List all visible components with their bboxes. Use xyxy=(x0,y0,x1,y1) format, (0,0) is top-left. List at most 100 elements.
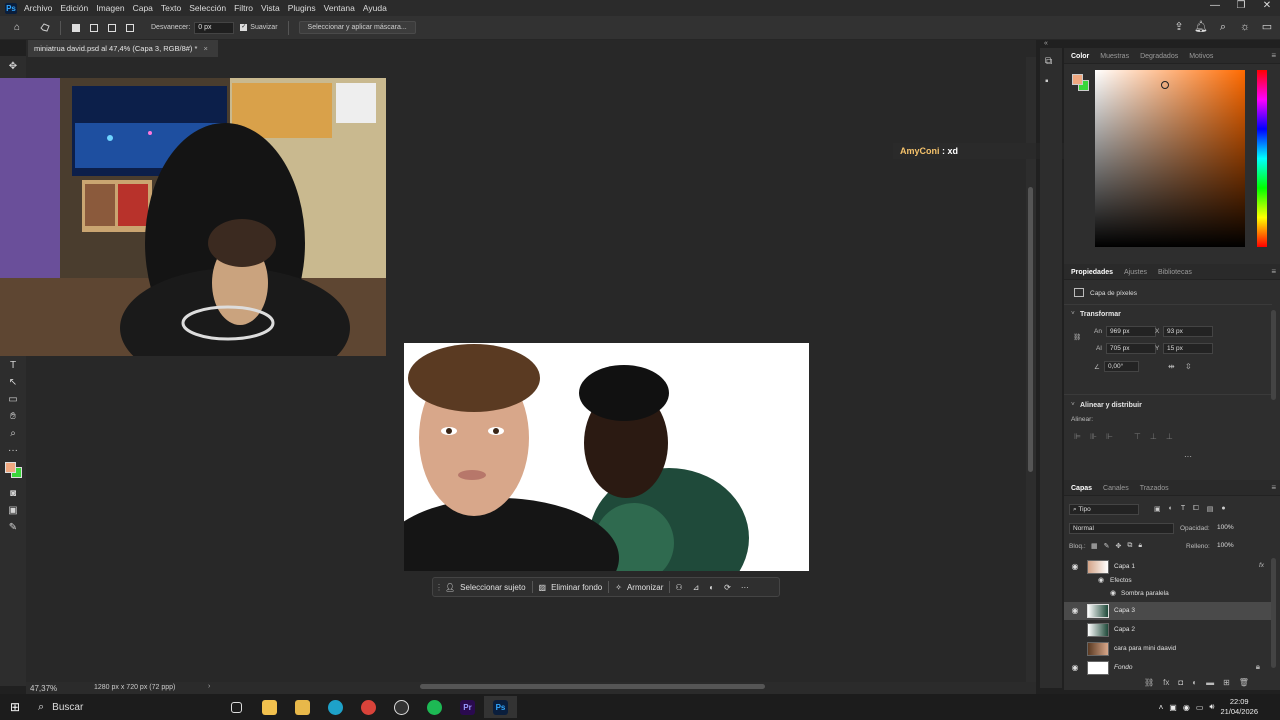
visibility-eye-icon[interactable]: ◉ xyxy=(1070,644,1080,653)
tab-libraries[interactable]: Bibliotecas xyxy=(1158,269,1192,276)
network-icon[interactable]: ▭ xyxy=(1196,703,1204,712)
add-mask-icon[interactable]: ◘ xyxy=(1178,678,1183,687)
minimize-button[interactable]: — xyxy=(1202,0,1228,11)
lock-all-icon[interactable]: 🔒︎ xyxy=(1138,542,1142,550)
menu-imagen[interactable]: Imagen xyxy=(96,3,124,13)
tray-chevron-icon[interactable]: ˄ xyxy=(1159,703,1164,712)
align-bottom-icon[interactable]: ⊥ xyxy=(1166,432,1173,441)
search-icon[interactable]: ⌕ xyxy=(1216,20,1230,34)
tab-patterns[interactable]: Motivos xyxy=(1189,53,1213,60)
menu-capa[interactable]: Capa xyxy=(133,3,153,13)
layer-row-selected[interactable]: ◉ Capa 3 xyxy=(1064,602,1272,620)
comments-icon[interactable]: ▪ xyxy=(1045,76,1049,87)
filter-shape-icon[interactable]: ⧠ xyxy=(1193,505,1199,513)
document-tab[interactable]: miniatrua david.psd al 47,4% (Capa 3, RG… xyxy=(28,40,218,57)
horizontal-scrollbar[interactable] xyxy=(420,684,765,689)
layers-scrollbar[interactable] xyxy=(1271,558,1276,668)
visibility-eye-icon[interactable]: ◉ xyxy=(1110,589,1116,597)
menu-ayuda[interactable]: Ayuda xyxy=(363,3,387,13)
menu-ventana[interactable]: Ventana xyxy=(324,3,355,13)
zoom-tool-icon[interactable]: ⌕ xyxy=(0,425,26,442)
hand-tool-icon[interactable]: ✋︎ xyxy=(0,408,26,425)
lock-move-icon[interactable]: ✥ xyxy=(1116,542,1122,550)
layer-row[interactable]: ◉ cara para mini daavid xyxy=(1064,640,1272,658)
foreground-swatch[interactable] xyxy=(1072,74,1083,85)
task-view-icon[interactable] xyxy=(220,696,253,718)
panel-menu-icon[interactable]: ≡ xyxy=(1271,267,1276,276)
zoom-level[interactable]: 47,37% xyxy=(30,684,57,693)
document-canvas[interactable] xyxy=(404,343,809,571)
move-tool-icon[interactable]: ✥ xyxy=(0,58,26,75)
quick-mask-icon[interactable]: ◙ xyxy=(0,485,26,502)
generative-icon[interactable]: ⟳ xyxy=(719,578,736,596)
home-icon[interactable]: ⌂ xyxy=(10,21,24,35)
select-subject-button[interactable]: 👤︎ Seleccionar sujeto xyxy=(439,578,532,596)
new-selection-icon[interactable] xyxy=(69,21,83,35)
scroll-thumb[interactable] xyxy=(1028,187,1033,472)
tab-paths[interactable]: Trazados xyxy=(1140,485,1169,492)
chevron-down-icon[interactable]: ˅ xyxy=(1071,310,1075,317)
discover-icon[interactable]: ☼ xyxy=(1238,20,1252,34)
tab-gradients[interactable]: Degradados xyxy=(1140,53,1178,60)
tab-properties[interactable]: Propiedades xyxy=(1071,269,1113,276)
file-explorer-icon[interactable] xyxy=(286,696,319,718)
tray-app-icon[interactable]: ▣ xyxy=(1169,703,1177,712)
status-chevron-icon[interactable]: › xyxy=(208,683,210,690)
type-tool-icon[interactable]: T xyxy=(0,357,26,374)
align-right-icon[interactable]: ⊩ xyxy=(1106,432,1113,441)
align-center-h-icon[interactable]: ⊪ xyxy=(1090,432,1097,441)
fill-input[interactable]: 100% xyxy=(1214,541,1242,552)
filter-smart-icon[interactable]: ▤ xyxy=(1207,505,1214,513)
notifications-icon[interactable]: 🔔︎ xyxy=(1194,20,1208,34)
lock-icon[interactable]: 🔒︎ xyxy=(1256,662,1260,672)
angle-input[interactable]: 0,00° xyxy=(1104,361,1139,372)
y-input[interactable]: 15 px xyxy=(1163,343,1213,354)
more-options-button[interactable]: ··· xyxy=(736,578,754,596)
color-picker-cursor[interactable] xyxy=(1161,81,1169,89)
windows-start-icon[interactable]: ⊞ xyxy=(0,700,30,714)
menu-texto[interactable]: Texto xyxy=(161,3,181,13)
menu-filtro[interactable]: Filtro xyxy=(234,3,253,13)
x-input[interactable]: 93 px xyxy=(1163,326,1213,337)
filter-type-icon[interactable]: T xyxy=(1181,505,1185,513)
share-icon[interactable]: ⇪ xyxy=(1172,20,1186,34)
photoshop-taskbar-icon[interactable]: Ps xyxy=(484,696,517,718)
filter-toggle-icon[interactable]: ● xyxy=(1221,505,1225,513)
visibility-eye-icon[interactable]: ◉ xyxy=(1070,625,1080,634)
volume-icon[interactable]: 🔊︎ xyxy=(1209,702,1214,712)
align-left-icon[interactable]: ⊫ xyxy=(1074,432,1081,441)
effect-item-row[interactable]: ◉ Sombra paralela xyxy=(1064,589,1272,601)
menu-archivo[interactable]: Archivo xyxy=(24,3,52,13)
lock-artboard-icon[interactable]: ⧉ xyxy=(1127,542,1132,550)
taskbar-search[interactable]: ⌕ Buscar xyxy=(30,696,220,718)
menu-vista[interactable]: Vista xyxy=(261,3,280,13)
visibility-eye-icon[interactable]: ◉ xyxy=(1070,606,1080,615)
layer-row[interactable]: ◉ Fondo 🔒︎ xyxy=(1064,659,1272,677)
panel-menu-icon[interactable]: ≡ xyxy=(1271,51,1276,60)
remove-background-button[interactable]: ▨ Eliminar fondo xyxy=(533,578,609,596)
edit-toolbar-icon[interactable]: ✎ xyxy=(0,519,26,536)
flip-vertical-icon[interactable]: ⇳ xyxy=(1185,362,1192,371)
foreground-color-swatch[interactable] xyxy=(5,462,16,473)
new-layer-icon[interactable]: ⊞ xyxy=(1223,678,1230,687)
add-selection-icon[interactable] xyxy=(87,21,101,35)
flip-horizontal-icon[interactable]: ⇹ xyxy=(1168,362,1175,371)
layer-filter-select[interactable]: ⌕ Tipo xyxy=(1069,504,1139,515)
edge-icon[interactable] xyxy=(319,696,352,718)
blend-mode-select[interactable]: Normal xyxy=(1069,523,1174,534)
link-layers-icon[interactable]: ⛓︎ xyxy=(1144,678,1154,687)
feather-input[interactable]: 0 px xyxy=(194,21,235,34)
new-group-icon[interactable]: ▬ xyxy=(1206,678,1214,687)
taskbar-clock[interactable]: 22:09 21/04/2026 xyxy=(1220,697,1258,717)
menu-edicion[interactable]: Edición xyxy=(60,3,88,13)
height-input[interactable]: 705 px xyxy=(1106,343,1156,354)
effects-row[interactable]: ◉ Efectos xyxy=(1064,576,1272,588)
tab-color[interactable]: Color xyxy=(1071,53,1089,60)
tray-discord-icon[interactable]: ◉ xyxy=(1183,703,1190,712)
path-select-tool-icon[interactable]: ↖ xyxy=(0,374,26,391)
tab-layers[interactable]: Capas xyxy=(1071,485,1092,492)
menu-plugins[interactable]: Plugins xyxy=(288,3,316,13)
transform-icon[interactable]: ⊿ xyxy=(688,578,705,596)
chevron-down-icon[interactable]: ˅ xyxy=(1071,401,1075,408)
delete-layer-icon[interactable]: 🗑︎ xyxy=(1239,678,1249,687)
